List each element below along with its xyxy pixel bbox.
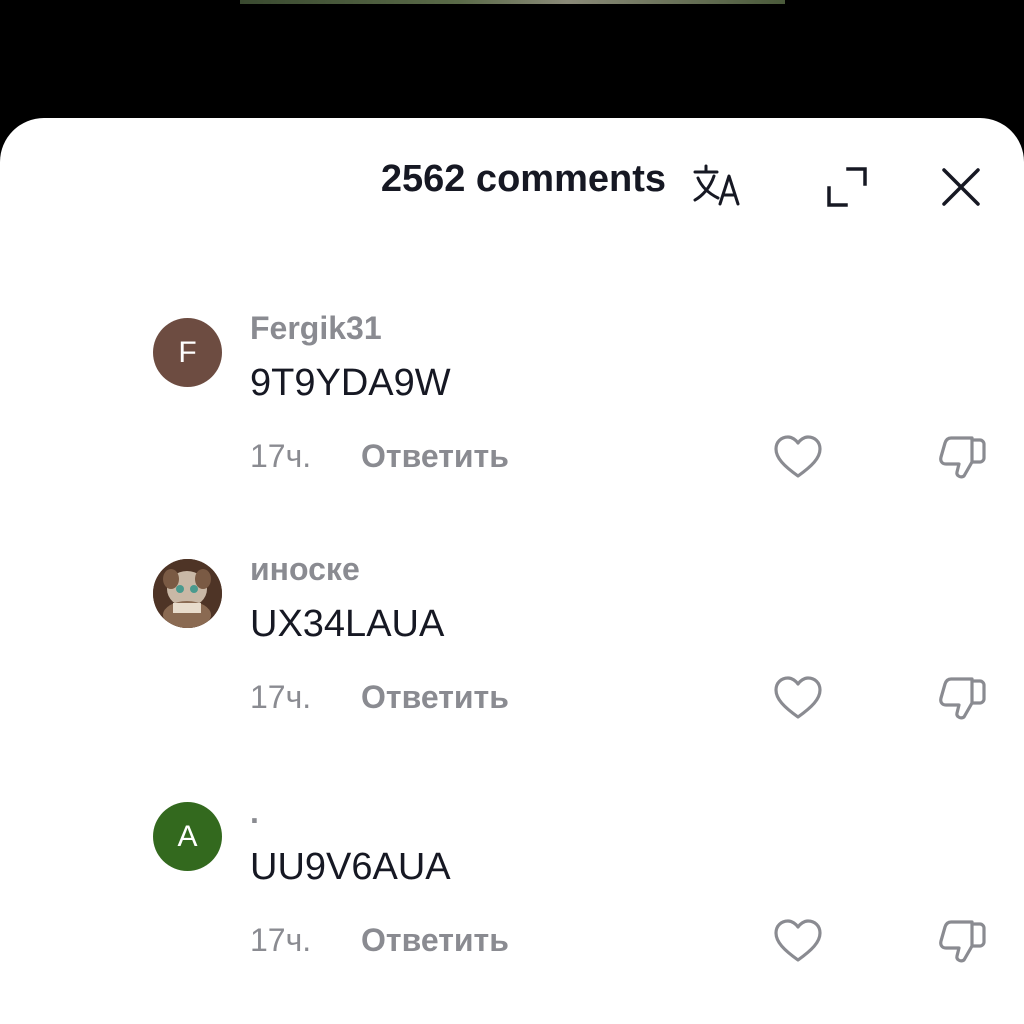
comment-item: A . UU9V6AUA 17ч. Ответить (0, 794, 1024, 1012)
comments-header: 2562 comments (0, 118, 1024, 248)
comments-sheet: 2562 comments F Fergik31 9T9YDA9W 17ч. О… (0, 118, 1024, 1024)
comment-text: UU9V6AUA (250, 846, 451, 888)
comment-item: иноске UX34LAUA 17ч. Ответить (0, 551, 1024, 769)
comment-item: F Fergik31 9T9YDA9W 17ч. Ответить (0, 310, 1024, 528)
translate-icon[interactable] (692, 160, 746, 214)
comment-timestamp: 17ч. (250, 922, 312, 958)
video-thumbnail-edge (240, 0, 785, 4)
comment-timestamp: 17ч. (250, 679, 312, 715)
reply-button[interactable]: Ответить (361, 922, 509, 959)
thumbs-down-icon[interactable] (934, 430, 990, 486)
thumbs-down-icon[interactable] (934, 671, 990, 727)
comment-username[interactable]: иноске (250, 551, 360, 588)
comment-username[interactable]: . (250, 794, 259, 831)
heart-icon[interactable] (770, 914, 826, 970)
avatar-image (153, 559, 222, 628)
reply-button[interactable]: Ответить (361, 438, 509, 475)
comment-text: UX34LAUA (250, 603, 445, 645)
avatar-letter: F (178, 335, 197, 369)
expand-icon[interactable] (820, 160, 874, 214)
comment-timestamp: 17ч. (250, 438, 312, 474)
heart-icon[interactable] (770, 671, 826, 727)
comment-text: 9T9YDA9W (250, 362, 451, 404)
comments-count-title: 2562 comments (380, 158, 666, 200)
reply-button[interactable]: Ответить (361, 679, 509, 716)
avatar[interactable]: F (153, 318, 222, 387)
avatar[interactable]: A (153, 802, 222, 871)
avatar[interactable] (153, 559, 222, 628)
comment-username[interactable]: Fergik31 (250, 310, 382, 347)
heart-icon[interactable] (770, 430, 826, 486)
thumbs-down-icon[interactable] (934, 914, 990, 970)
avatar-letter: A (177, 819, 198, 853)
close-icon[interactable] (934, 160, 988, 214)
